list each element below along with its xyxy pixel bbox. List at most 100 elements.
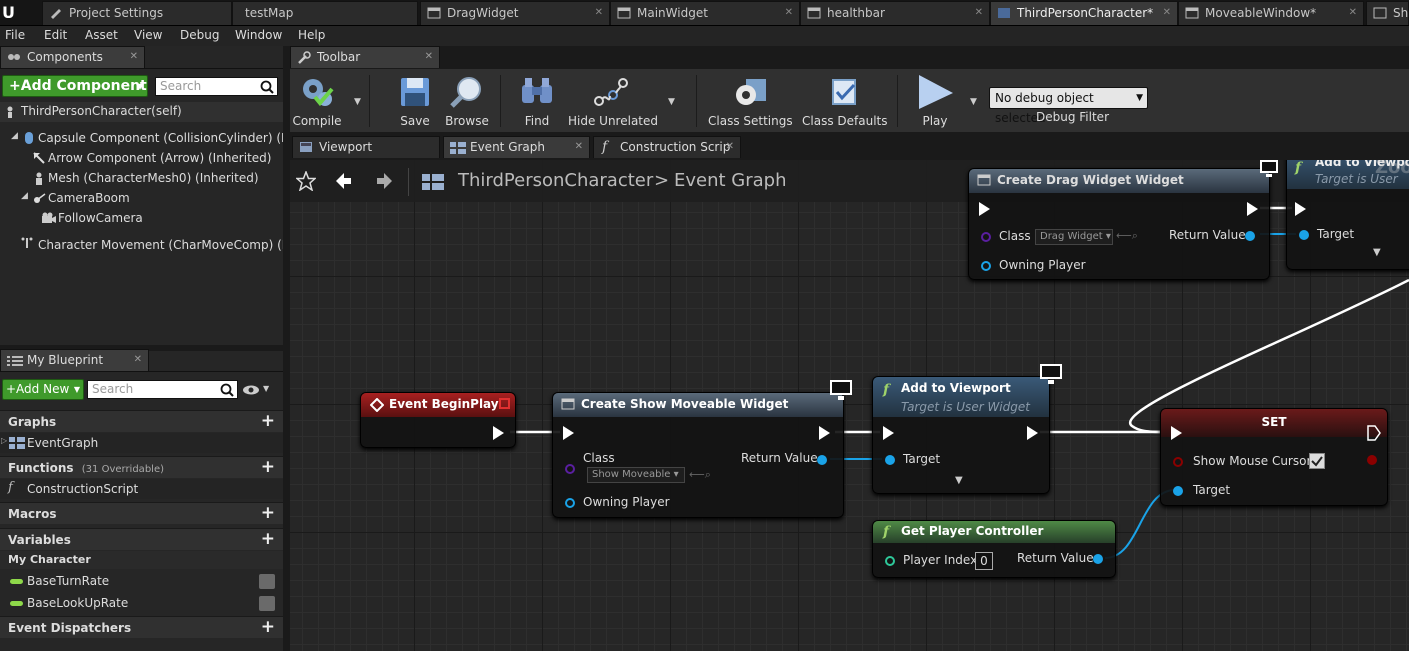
menu-help[interactable]: Help bbox=[298, 28, 325, 42]
target-pin[interactable] bbox=[885, 455, 895, 465]
owning-player-pin[interactable] bbox=[565, 498, 575, 508]
node-header[interactable]: Event BeginPlay bbox=[361, 393, 515, 417]
class-pin[interactable] bbox=[981, 232, 991, 242]
variable-item[interactable]: BaseLookUpRate bbox=[0, 593, 283, 613]
debug-object-select[interactable]: No debug object selected ▼ bbox=[989, 87, 1148, 125]
tab-mainwidget[interactable]: MainWidget ✕ bbox=[610, 1, 800, 25]
section-variables[interactable]: Variables + bbox=[0, 528, 283, 550]
node-header[interactable]: f Get Player Controller bbox=[873, 521, 1115, 543]
tab-thirdpersoncharacter[interactable]: ThirdPersonCharacter* ✕ bbox=[990, 1, 1178, 25]
tab-overflow[interactable]: Sh bbox=[1366, 1, 1409, 25]
graph-item-eventgraph[interactable]: ▷ EventGraph bbox=[0, 433, 283, 453]
close-icon[interactable]: ✕ bbox=[425, 47, 433, 67]
close-icon[interactable]: ✕ bbox=[1349, 2, 1357, 24]
return-value-pin[interactable] bbox=[817, 455, 827, 465]
advanced-expand-icon[interactable]: ▼ bbox=[955, 475, 963, 486]
target-pin[interactable] bbox=[1173, 486, 1183, 496]
show-mouse-cursor-checkbox[interactable] bbox=[1309, 453, 1325, 469]
tab-project-settings[interactable]: Project Settings bbox=[42, 1, 232, 25]
node-event-beginplay[interactable]: Event BeginPlay bbox=[360, 392, 516, 448]
expand-arrow-icon[interactable]: ◢ bbox=[11, 131, 18, 141]
category-my-character[interactable]: My Character bbox=[0, 551, 283, 569]
variable-item[interactable]: BaseTurnRate bbox=[0, 571, 283, 591]
component-root-row[interactable]: ThirdPersonCharacter(self) bbox=[0, 102, 283, 122]
forward-arrow-icon[interactable] bbox=[376, 171, 394, 191]
add-graph-icon[interactable]: + bbox=[261, 411, 275, 431]
exec-in-pin[interactable] bbox=[1171, 426, 1182, 440]
close-icon[interactable]: ✕ bbox=[595, 2, 603, 24]
node-header[interactable]: Create Show Moveable Widget bbox=[553, 393, 843, 417]
class-defaults-button[interactable]: Class Defaults bbox=[802, 69, 887, 133]
close-icon[interactable]: ✕ bbox=[975, 2, 983, 24]
hide-unrelated-dropdown-icon[interactable]: ▼ bbox=[668, 97, 675, 107]
close-icon[interactable]: ✕ bbox=[726, 137, 734, 157]
exec-out-pin[interactable] bbox=[1247, 202, 1258, 216]
section-macros[interactable]: Macros + bbox=[0, 502, 283, 524]
use-selected-arrow-icon[interactable]: ⟵⌕ bbox=[689, 468, 711, 482]
class-select[interactable]: Show Moveable ▾ bbox=[587, 467, 685, 483]
exec-out-pin[interactable] bbox=[493, 426, 504, 440]
return-value-pin[interactable] bbox=[1245, 231, 1255, 241]
instance-editable-toggle[interactable] bbox=[259, 574, 275, 589]
class-pin[interactable] bbox=[565, 464, 575, 474]
exec-out-pin[interactable] bbox=[1027, 426, 1038, 440]
close-icon[interactable]: ✕ bbox=[134, 350, 142, 370]
node-get-player-controller[interactable]: f Get Player Controller Player Index 0 R… bbox=[872, 520, 1116, 578]
tab-moveablewindow[interactable]: MoveableWindow* ✕ bbox=[1178, 1, 1364, 25]
play-options-dropdown-icon[interactable]: ▼ bbox=[970, 97, 977, 107]
expand-arrow-icon[interactable]: ◢ bbox=[21, 191, 28, 201]
exec-out-pin[interactable] bbox=[1367, 425, 1381, 441]
compile-options-dropdown-icon[interactable]: ▼ bbox=[354, 97, 361, 107]
tab-components[interactable]: Components ✕ bbox=[0, 46, 145, 68]
close-icon[interactable]: ✕ bbox=[785, 2, 793, 24]
tab-event-graph[interactable]: Event Graph ✕ bbox=[443, 136, 590, 158]
play-button[interactable]: Play bbox=[910, 69, 960, 133]
component-item[interactable]: Character Movement (CharMoveComp) (Inhe bbox=[38, 238, 308, 252]
view-options-eye-icon[interactable] bbox=[242, 384, 260, 396]
tab-viewport[interactable]: Viewport bbox=[292, 136, 440, 158]
section-graphs[interactable]: Graphs + bbox=[0, 410, 283, 432]
player-index-input[interactable]: 0 bbox=[975, 552, 993, 570]
menu-view[interactable]: View bbox=[134, 28, 162, 42]
component-item[interactable]: Arrow Component (Arrow) (Inherited) bbox=[48, 151, 271, 165]
close-icon[interactable]: ✕ bbox=[1163, 2, 1171, 24]
node-header[interactable]: f Add to Viewport Target is User Widget bbox=[873, 377, 1049, 417]
close-icon[interactable]: ✕ bbox=[130, 47, 138, 67]
add-function-icon[interactable]: + bbox=[261, 457, 275, 477]
section-functions[interactable]: Functions (31 Overridable) + bbox=[0, 456, 283, 478]
blueprint-search-input[interactable]: Search bbox=[87, 380, 238, 399]
function-item-constructionscript[interactable]: f ConstructionScript bbox=[0, 479, 283, 499]
save-button[interactable]: Save bbox=[392, 69, 438, 133]
chevron-down-icon[interactable]: ▼ bbox=[263, 384, 269, 393]
node-header[interactable]: Create Drag Widget Widget bbox=[969, 169, 1269, 193]
exec-out-pin[interactable] bbox=[819, 426, 830, 440]
add-variable-icon[interactable]: + bbox=[261, 529, 275, 549]
breadcrumb-root[interactable]: ThirdPersonCharacter bbox=[458, 170, 653, 191]
component-item[interactable]: CameraBoom bbox=[48, 191, 130, 205]
node-add-to-viewport-2[interactable]: f Add to Viewport Target is User Zoom Ta… bbox=[1286, 160, 1409, 270]
browse-button[interactable]: Browse bbox=[442, 69, 492, 133]
exec-in-pin[interactable] bbox=[1295, 202, 1306, 216]
advanced-expand-icon[interactable]: ▼ bbox=[1373, 247, 1381, 258]
add-new-button[interactable]: +Add New ▼ bbox=[2, 379, 84, 400]
close-icon[interactable]: ✕ bbox=[575, 137, 583, 157]
find-button[interactable]: Find bbox=[514, 69, 560, 133]
node-create-drag-widget[interactable]: Create Drag Widget Widget Class Drag Wid… bbox=[968, 168, 1270, 280]
components-search-input[interactable]: Search bbox=[155, 77, 278, 96]
node-create-show-moveable-widget[interactable]: Create Show Moveable Widget Class Show M… bbox=[552, 392, 844, 518]
menu-asset[interactable]: Asset bbox=[85, 28, 118, 42]
player-index-pin[interactable] bbox=[885, 556, 895, 566]
class-select[interactable]: Drag Widget ▾ bbox=[1035, 229, 1113, 245]
use-selected-arrow-icon[interactable]: ⟵⌕ bbox=[1116, 229, 1138, 243]
add-dispatcher-icon[interactable]: + bbox=[261, 617, 275, 637]
section-event-dispatchers[interactable]: Event Dispatchers + bbox=[0, 616, 283, 638]
tab-testmap[interactable]: testMap bbox=[232, 1, 418, 25]
add-macro-icon[interactable]: + bbox=[261, 503, 275, 523]
instance-editable-toggle[interactable] bbox=[259, 596, 275, 611]
class-settings-button[interactable]: Class Settings bbox=[708, 69, 793, 133]
hide-unrelated-button[interactable]: Hide Unrelated bbox=[568, 69, 658, 133]
back-arrow-icon[interactable] bbox=[334, 171, 352, 191]
menu-edit[interactable]: Edit bbox=[44, 28, 67, 42]
node-header[interactable]: SET bbox=[1161, 409, 1387, 437]
menu-window[interactable]: Window bbox=[235, 28, 282, 42]
